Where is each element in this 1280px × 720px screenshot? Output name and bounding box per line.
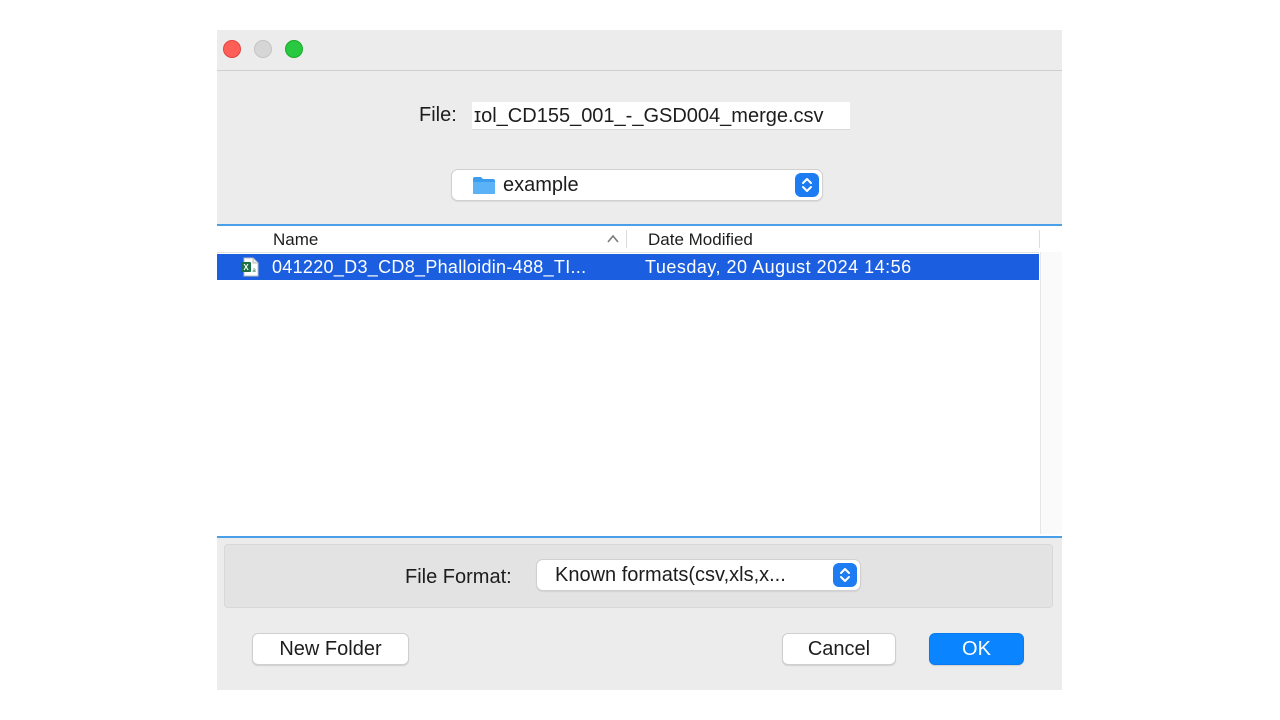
- location-stepper-icon: [795, 173, 819, 197]
- file-name-row: File: ɪol_CD155_001_-_GSD004_merge.csv: [217, 102, 1062, 132]
- column-header-date-modified[interactable]: Date Modified: [648, 230, 753, 250]
- svg-text:X: X: [243, 263, 249, 272]
- file-format-panel: File Format: Known formats(csv,xls,x...: [224, 544, 1053, 608]
- close-window-button[interactable]: [223, 40, 241, 58]
- file-dialog: File: ɪol_CD155_001_-_GSD004_merge.csv e…: [217, 30, 1062, 690]
- file-format-value: Known formats(csv,xls,x...: [555, 564, 786, 586]
- file-name-label: File:: [419, 104, 457, 126]
- column-header-row: Name Date Modified: [217, 226, 1040, 253]
- file-name-cell: 041220_D3_CD8_Phalloidin-488_TI...: [272, 257, 587, 277]
- file-row-selected[interactable]: X a 041220_D3_CD8_Phalloidin-488_TI... T…: [217, 254, 1039, 280]
- location-dropdown[interactable]: example: [451, 169, 823, 201]
- title-bar: [217, 30, 1062, 71]
- file-date-cell: Tuesday, 20 August 2024 14:56: [645, 257, 912, 277]
- new-folder-button[interactable]: New Folder: [252, 633, 409, 665]
- minimize-window-button[interactable]: [254, 40, 272, 58]
- location-label: example: [503, 174, 579, 196]
- folder-icon: [473, 177, 495, 194]
- vertical-scrollbar[interactable]: [1040, 252, 1062, 534]
- column-divider[interactable]: [626, 230, 627, 248]
- maximize-window-button[interactable]: [285, 40, 303, 58]
- column-header-name[interactable]: Name: [273, 230, 318, 250]
- file-format-label: File Format:: [405, 566, 512, 588]
- file-browser: Name Date Modified X a 041220_D3_CD8_Pha…: [217, 224, 1062, 538]
- cancel-button[interactable]: Cancel: [782, 633, 896, 665]
- file-name-input[interactable]: ɪol_CD155_001_-_GSD004_merge.csv: [472, 102, 850, 130]
- sort-ascending-icon[interactable]: [607, 234, 619, 244]
- excel-file-icon: X a: [241, 257, 259, 277]
- column-divider: [1039, 230, 1040, 248]
- ok-button[interactable]: OK: [929, 633, 1024, 665]
- format-stepper-icon: [833, 563, 857, 587]
- file-format-dropdown[interactable]: Known formats(csv,xls,x...: [536, 559, 861, 591]
